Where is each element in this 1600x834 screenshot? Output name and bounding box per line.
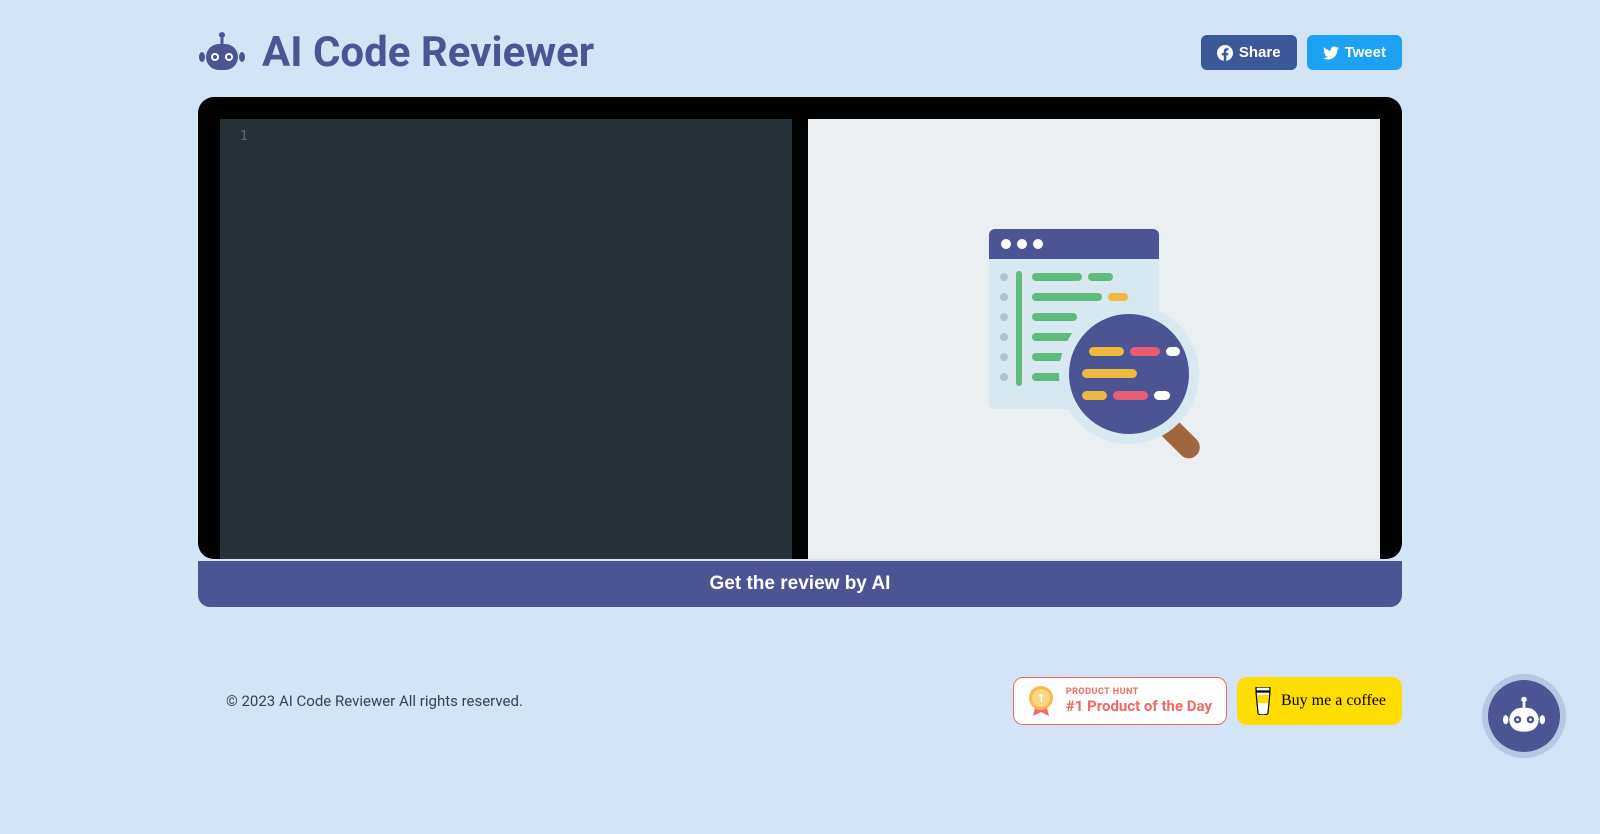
- product-hunt-badge[interactable]: 1 PRODUCT HUNT #1 Product of the Day: [1013, 677, 1227, 725]
- share-label: Share: [1239, 44, 1281, 61]
- main-content: 1: [198, 97, 1402, 607]
- robot-chat-icon: [1502, 694, 1546, 738]
- product-hunt-text: PRODUCT HUNT #1 Product of the Day: [1066, 687, 1212, 715]
- result-panel: [808, 119, 1380, 559]
- main-panel: 1: [198, 97, 1402, 559]
- code-editor[interactable]: 1: [220, 119, 792, 559]
- product-hunt-label: PRODUCT HUNT: [1066, 687, 1212, 697]
- footer: © 2023 AI Code Reviewer All rights reser…: [198, 607, 1402, 725]
- facebook-icon: [1217, 45, 1233, 61]
- get-review-button[interactable]: Get the review by AI: [198, 561, 1402, 607]
- robot-logo-icon: [198, 29, 246, 77]
- code-review-illustration-icon: [954, 199, 1234, 479]
- logo-section: AI Code Reviewer: [198, 28, 594, 77]
- coffee-label: Buy me a coffee: [1281, 692, 1386, 710]
- svg-text:1: 1: [1038, 692, 1044, 705]
- line-number: 1: [220, 129, 792, 144]
- tweet-label: Tweet: [1345, 44, 1386, 61]
- coffee-cup-icon: [1253, 687, 1273, 715]
- footer-badges: 1 PRODUCT HUNT #1 Product of the Day Buy…: [1013, 677, 1402, 725]
- header: AI Code Reviewer Share Tweet: [198, 0, 1402, 97]
- medal-icon: 1: [1028, 686, 1054, 716]
- copyright-text: © 2023 AI Code Reviewer All rights reser…: [198, 692, 523, 710]
- twitter-icon: [1323, 45, 1339, 61]
- share-facebook-button[interactable]: Share: [1201, 35, 1297, 70]
- app-title: AI Code Reviewer: [262, 28, 594, 77]
- chat-button[interactable]: [1488, 680, 1560, 752]
- product-hunt-title: #1 Product of the Day: [1066, 697, 1212, 715]
- share-buttons: Share Tweet: [1201, 35, 1402, 70]
- share-twitter-button[interactable]: Tweet: [1307, 35, 1402, 70]
- buy-me-coffee-button[interactable]: Buy me a coffee: [1237, 677, 1402, 725]
- split-view: 1: [220, 119, 1380, 559]
